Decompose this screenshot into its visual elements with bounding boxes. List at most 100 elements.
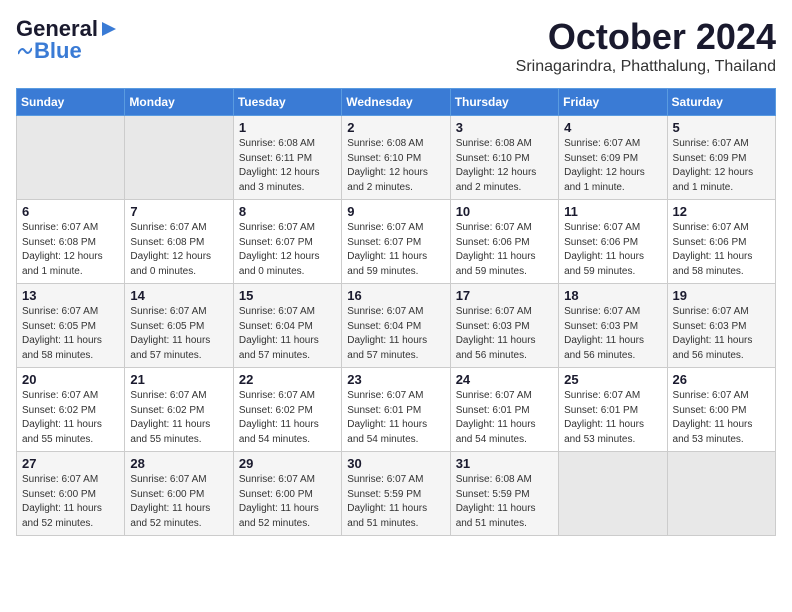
calendar-day-cell: 17 Sunrise: 6:07 AM Sunset: 6:03 PM Dayli… [450, 284, 558, 368]
day-number: 9 [347, 204, 444, 219]
weekday-header: Monday [125, 89, 233, 116]
weekday-header: Wednesday [342, 89, 450, 116]
day-number: 29 [239, 456, 336, 471]
day-info: Sunrise: 6:07 AM Sunset: 6:06 PM Dayligh… [456, 221, 553, 279]
day-number: 31 [456, 456, 553, 471]
calendar-day-cell: 27 Sunrise: 6:07 AM Sunset: 6:00 PM Dayli… [17, 452, 125, 536]
calendar-day-cell: 19Sunrise: 6:07 AM Sunset: 6:03 PM Dayli… [667, 284, 775, 368]
day-info: Sunrise: 6:07 AM Sunset: 6:02 PM Dayligh… [239, 389, 336, 447]
calendar-week-row: 6 Sunrise: 6:07 AM Sunset: 6:08 PM Daylig… [17, 200, 776, 284]
day-number: 5 [673, 120, 770, 135]
day-number: 14 [130, 288, 227, 303]
calendar-day-cell: 18 Sunrise: 6:07 AM Sunset: 6:03 PM Dayli… [559, 284, 667, 368]
title-block: October 2024 Srinagarindra, Phatthalung,… [516, 16, 776, 76]
day-number: 26 [673, 372, 770, 387]
day-number: 16 [347, 288, 444, 303]
day-number: 18 [564, 288, 661, 303]
calendar-day-cell: 3 Sunrise: 6:08 AM Sunset: 6:10 PM Daylig… [450, 116, 558, 200]
calendar-week-row: 13Sunrise: 6:07 AM Sunset: 6:05 PM Dayli… [17, 284, 776, 368]
calendar-day-cell: 9 Sunrise: 6:07 AM Sunset: 6:07 PM Daylig… [342, 200, 450, 284]
day-number: 15 [239, 288, 336, 303]
calendar-day-cell: 15 Sunrise: 6:07 AM Sunset: 6:04 PM Dayli… [233, 284, 341, 368]
day-number: 27 [22, 456, 119, 471]
logo: General Blue [16, 16, 120, 64]
day-info: Sunrise: 6:07 AM Sunset: 6:02 PM Dayligh… [130, 389, 227, 447]
day-info: Sunrise: 6:07 AM Sunset: 6:08 PM Dayligh… [22, 221, 119, 279]
day-info: Sunrise: 6:07 AM Sunset: 6:03 PM Dayligh… [564, 305, 661, 363]
day-info: Sunrise: 6:07 AM Sunset: 6:01 PM Dayligh… [564, 389, 661, 447]
day-info: Sunrise: 6:07 AM Sunset: 6:00 PM Dayligh… [130, 473, 227, 531]
calendar-week-row: 27 Sunrise: 6:07 AM Sunset: 6:00 PM Dayli… [17, 452, 776, 536]
day-info: Sunrise: 6:07 AM Sunset: 6:00 PM Dayligh… [673, 389, 770, 447]
day-info: Sunrise: 6:07 AM Sunset: 6:01 PM Dayligh… [456, 389, 553, 447]
day-info: Sunrise: 6:08 AM Sunset: 6:10 PM Dayligh… [456, 137, 553, 195]
calendar-day-cell: 20 Sunrise: 6:07 AM Sunset: 6:02 PM Dayli… [17, 368, 125, 452]
weekday-header: Thursday [450, 89, 558, 116]
day-number: 25 [564, 372, 661, 387]
day-info: Sunrise: 6:07 AM Sunset: 6:04 PM Dayligh… [239, 305, 336, 363]
calendar-day-cell [125, 116, 233, 200]
calendar-day-cell: 22Sunrise: 6:07 AM Sunset: 6:02 PM Dayli… [233, 368, 341, 452]
calendar-day-cell [667, 452, 775, 536]
day-info: Sunrise: 6:07 AM Sunset: 6:03 PM Dayligh… [456, 305, 553, 363]
day-info: Sunrise: 6:07 AM Sunset: 6:06 PM Dayligh… [564, 221, 661, 279]
day-number: 2 [347, 120, 444, 135]
day-number: 4 [564, 120, 661, 135]
calendar-day-cell: 25 Sunrise: 6:07 AM Sunset: 6:01 PM Dayli… [559, 368, 667, 452]
day-number: 24 [456, 372, 553, 387]
day-number: 19 [673, 288, 770, 303]
day-info: Sunrise: 6:07 AM Sunset: 6:09 PM Dayligh… [673, 137, 770, 195]
day-number: 21 [130, 372, 227, 387]
calendar-day-cell: 28 Sunrise: 6:07 AM Sunset: 6:00 PM Dayli… [125, 452, 233, 536]
day-number: 7 [130, 204, 227, 219]
day-number: 6 [22, 204, 119, 219]
calendar-day-cell: 8Sunrise: 6:07 AM Sunset: 6:07 PM Daylig… [233, 200, 341, 284]
calendar-day-cell: 23Sunrise: 6:07 AM Sunset: 6:01 PM Dayli… [342, 368, 450, 452]
calendar-day-cell: 6 Sunrise: 6:07 AM Sunset: 6:08 PM Daylig… [17, 200, 125, 284]
calendar-day-cell: 11Sunrise: 6:07 AM Sunset: 6:06 PM Dayli… [559, 200, 667, 284]
weekday-header: Tuesday [233, 89, 341, 116]
calendar-day-cell: 21 Sunrise: 6:07 AM Sunset: 6:02 PM Dayli… [125, 368, 233, 452]
day-info: Sunrise: 6:08 AM Sunset: 5:59 PM Dayligh… [456, 473, 553, 531]
calendar-day-cell: 24 Sunrise: 6:07 AM Sunset: 6:01 PM Dayli… [450, 368, 558, 452]
day-number: 17 [456, 288, 553, 303]
day-info: Sunrise: 6:07 AM Sunset: 6:00 PM Dayligh… [22, 473, 119, 531]
day-number: 3 [456, 120, 553, 135]
day-info: Sunrise: 6:07 AM Sunset: 6:09 PM Dayligh… [564, 137, 661, 195]
day-info: Sunrise: 6:08 AM Sunset: 6:10 PM Dayligh… [347, 137, 444, 195]
day-info: Sunrise: 6:07 AM Sunset: 6:05 PM Dayligh… [130, 305, 227, 363]
calendar-day-cell: 12Sunrise: 6:07 AM Sunset: 6:06 PM Dayli… [667, 200, 775, 284]
calendar-table: SundayMondayTuesdayWednesdayThursdayFrid… [16, 88, 776, 536]
day-info: Sunrise: 6:07 AM Sunset: 6:02 PM Dayligh… [22, 389, 119, 447]
calendar-day-cell: 7 Sunrise: 6:07 AM Sunset: 6:08 PM Daylig… [125, 200, 233, 284]
calendar-day-cell: 2 Sunrise: 6:08 AM Sunset: 6:10 PM Daylig… [342, 116, 450, 200]
day-info: Sunrise: 6:07 AM Sunset: 6:06 PM Dayligh… [673, 221, 770, 279]
calendar-week-row: 20 Sunrise: 6:07 AM Sunset: 6:02 PM Dayli… [17, 368, 776, 452]
calendar-day-cell [17, 116, 125, 200]
day-number: 30 [347, 456, 444, 471]
day-info: Sunrise: 6:08 AM Sunset: 6:11 PM Dayligh… [239, 137, 336, 195]
day-number: 1 [239, 120, 336, 135]
logo-wave-icon [18, 46, 32, 56]
calendar-day-cell: 13Sunrise: 6:07 AM Sunset: 6:05 PM Dayli… [17, 284, 125, 368]
day-info: Sunrise: 6:07 AM Sunset: 6:07 PM Dayligh… [347, 221, 444, 279]
day-info: Sunrise: 6:07 AM Sunset: 6:04 PM Dayligh… [347, 305, 444, 363]
calendar-header-row: SundayMondayTuesdayWednesdayThursdayFrid… [17, 89, 776, 116]
page-header: General Blue October 2024 Srinagarindra,… [16, 16, 776, 76]
calendar-day-cell: 31 Sunrise: 6:08 AM Sunset: 5:59 PM Dayli… [450, 452, 558, 536]
weekday-header: Sunday [17, 89, 125, 116]
day-info: Sunrise: 6:07 AM Sunset: 6:05 PM Dayligh… [22, 305, 119, 363]
calendar-day-cell [559, 452, 667, 536]
day-info: Sunrise: 6:07 AM Sunset: 6:08 PM Dayligh… [130, 221, 227, 279]
weekday-header: Saturday [667, 89, 775, 116]
day-number: 20 [22, 372, 119, 387]
calendar-day-cell: 10Sunrise: 6:07 AM Sunset: 6:06 PM Dayli… [450, 200, 558, 284]
day-number: 8 [239, 204, 336, 219]
day-info: Sunrise: 6:07 AM Sunset: 6:00 PM Dayligh… [239, 473, 336, 531]
calendar-day-cell: 29 Sunrise: 6:07 AM Sunset: 6:00 PM Dayli… [233, 452, 341, 536]
calendar-day-cell: 14 Sunrise: 6:07 AM Sunset: 6:05 PM Dayli… [125, 284, 233, 368]
day-number: 28 [130, 456, 227, 471]
calendar-day-cell: 16 Sunrise: 6:07 AM Sunset: 6:04 PM Dayli… [342, 284, 450, 368]
page-title: October 2024 [516, 16, 776, 58]
logo-blue: Blue [34, 38, 82, 64]
